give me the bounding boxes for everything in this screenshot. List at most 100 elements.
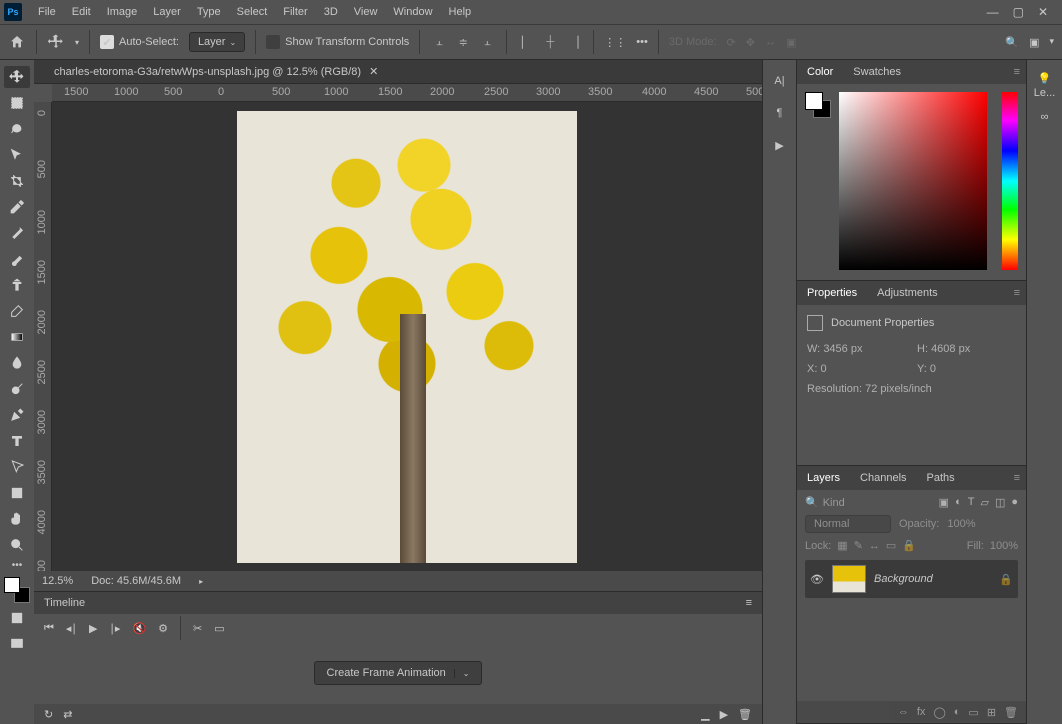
clone-stamp-tool[interactable] (4, 274, 30, 296)
search-icon[interactable]: 🔍 (1005, 36, 1019, 49)
auto-select-target-dropdown[interactable]: Layer ⌄ (189, 32, 245, 52)
menu-layer[interactable]: Layer (145, 6, 189, 18)
move-dropdown-icon[interactable]: ▾ (75, 38, 79, 47)
eraser-tool[interactable] (4, 300, 30, 322)
eyedropper-tool[interactable] (4, 196, 30, 218)
pen-tool[interactable] (4, 404, 30, 426)
move-tool[interactable] (4, 66, 30, 88)
maximize-icon[interactable]: ▢ (1013, 5, 1024, 19)
align-right-icon[interactable]: ▕ (565, 33, 583, 51)
tab-swatches[interactable]: Swatches (849, 66, 905, 78)
screen-mode-tool[interactable] (4, 633, 30, 655)
more-options-icon[interactable]: ••• (636, 36, 648, 48)
fg-bg-color[interactable] (4, 577, 30, 603)
quick-select-tool[interactable] (4, 144, 30, 166)
lock-icon[interactable]: 🔒 (999, 573, 1013, 586)
type-tool[interactable] (4, 430, 30, 452)
split-icon[interactable]: ✂ (193, 622, 202, 635)
tab-layers[interactable]: Layers (803, 472, 844, 484)
create-frame-button[interactable]: Create Frame Animation ⌄ (314, 661, 483, 685)
audio-icon[interactable]: 🔇 (132, 622, 146, 635)
filter-smart-icon[interactable]: ◫ (995, 496, 1005, 509)
align-hcenter-icon[interactable]: ┼ (541, 33, 559, 51)
fx-icon[interactable]: fx (917, 706, 926, 718)
gradient-tool[interactable] (4, 326, 30, 348)
layer-filter-input[interactable] (823, 497, 865, 509)
auto-select-checkbox[interactable]: ✔ Auto-Select: (100, 35, 179, 49)
dodge-tool[interactable] (4, 378, 30, 400)
ruler-vertical[interactable]: 0 500 1000 1500 2000 2500 3000 3500 4000… (34, 102, 52, 571)
crop-tool[interactable] (4, 170, 30, 192)
tab-adjustments[interactable]: Adjustments (873, 287, 942, 299)
settings-icon[interactable]: ⚙ (158, 622, 168, 635)
blend-mode-dropdown[interactable]: Normal (805, 515, 891, 533)
menu-file[interactable]: File (30, 6, 64, 18)
color-field[interactable] (839, 92, 987, 270)
workspace-switcher-icon[interactable]: ▣ (1029, 36, 1039, 49)
panel-menu-icon[interactable]: ≡ (1014, 66, 1020, 78)
adjustment-icon[interactable]: ◐ (954, 706, 961, 718)
trash-icon[interactable]: 🗑 (738, 708, 752, 721)
character-panel-icon[interactable]: A| (767, 70, 793, 92)
filter-type-icon[interactable]: T (968, 496, 975, 509)
document-tab[interactable]: charles-etoroma-G3a/retwWps-unsplash.jpg… (44, 65, 388, 78)
lock-pixel-icon[interactable]: ✎ (854, 539, 863, 552)
render-icon[interactable]: ▶ (720, 708, 728, 721)
chevron-down-icon[interactable]: ⌄ (454, 669, 470, 678)
menu-edit[interactable]: Edit (64, 6, 99, 18)
zoom-out-icon[interactable]: ▁ (701, 708, 709, 721)
libraries-panel-icon[interactable]: ∞ (1041, 111, 1049, 123)
hand-tool[interactable] (4, 508, 30, 530)
lock-artboard-icon[interactable]: ▭ (886, 539, 896, 552)
panel-menu-icon[interactable]: ≡ (1014, 287, 1020, 299)
menu-help[interactable]: Help (441, 6, 480, 18)
canvas-image[interactable] (237, 111, 577, 563)
lock-position-icon[interactable]: ↔ (869, 540, 880, 552)
convert-icon[interactable]: ⇄ (63, 708, 72, 721)
zoom-level[interactable]: 12.5% (42, 575, 73, 587)
tab-channels[interactable]: Channels (856, 472, 910, 484)
filter-shape-icon[interactable]: ▱ (980, 496, 988, 509)
show-transform-checkbox[interactable]: Show Transform Controls (266, 35, 409, 49)
menu-window[interactable]: Window (385, 6, 440, 18)
menu-select[interactable]: Select (229, 6, 276, 18)
healing-brush-tool[interactable] (4, 222, 30, 244)
hue-slider[interactable] (1002, 92, 1018, 270)
chevron-down-icon[interactable]: ▾ (1049, 36, 1054, 49)
distribute-icon[interactable]: ⋮⋮ (604, 36, 626, 49)
move-tool-icon[interactable] (47, 33, 65, 51)
next-frame-icon[interactable]: ∣▸ (109, 622, 120, 635)
group-icon[interactable]: ▭ (968, 706, 978, 719)
filter-pixel-icon[interactable]: ▣ (939, 496, 949, 509)
menu-type[interactable]: Type (189, 6, 229, 18)
canvas-viewport[interactable] (52, 102, 762, 571)
align-top-icon[interactable]: ⫠ (430, 33, 448, 51)
blur-tool[interactable] (4, 352, 30, 374)
brush-tool[interactable] (4, 248, 30, 270)
rectangle-tool[interactable] (4, 482, 30, 504)
prev-frame-icon[interactable]: ◂∣ (66, 622, 77, 635)
mask-icon[interactable]: ◯ (933, 706, 945, 719)
opacity-value[interactable]: 100% (947, 518, 975, 530)
lock-all-icon[interactable]: 🔒 (902, 539, 916, 552)
minimize-icon[interactable]: — (987, 5, 999, 19)
close-tab-icon[interactable]: ✕ (369, 65, 378, 78)
first-frame-icon[interactable]: ⏮ (44, 622, 54, 635)
marquee-tool[interactable] (4, 92, 30, 114)
new-layer-icon[interactable]: ⊞ (987, 706, 996, 719)
menu-view[interactable]: View (346, 6, 386, 18)
play-panel-icon[interactable]: ▶ (767, 134, 793, 156)
quick-mask-tool[interactable] (4, 607, 30, 629)
align-vcenter-icon[interactable]: ≑ (454, 33, 472, 51)
paragraph-panel-icon[interactable]: ¶ (767, 102, 793, 124)
home-icon[interactable] (8, 34, 26, 50)
close-window-icon[interactable]: ✕ (1038, 5, 1048, 19)
menu-3d[interactable]: 3D (316, 6, 346, 18)
align-bottom-icon[interactable]: ⫠ (478, 33, 496, 51)
filter-adjust-icon[interactable]: ◐ (955, 496, 962, 509)
filter-search-icon[interactable]: 🔍 (805, 496, 819, 509)
tab-color[interactable]: Color (803, 66, 837, 78)
align-left-icon[interactable]: ▏ (517, 33, 535, 51)
visibility-icon[interactable]: 👁 (810, 573, 824, 586)
layer-thumbnail[interactable] (832, 565, 866, 593)
